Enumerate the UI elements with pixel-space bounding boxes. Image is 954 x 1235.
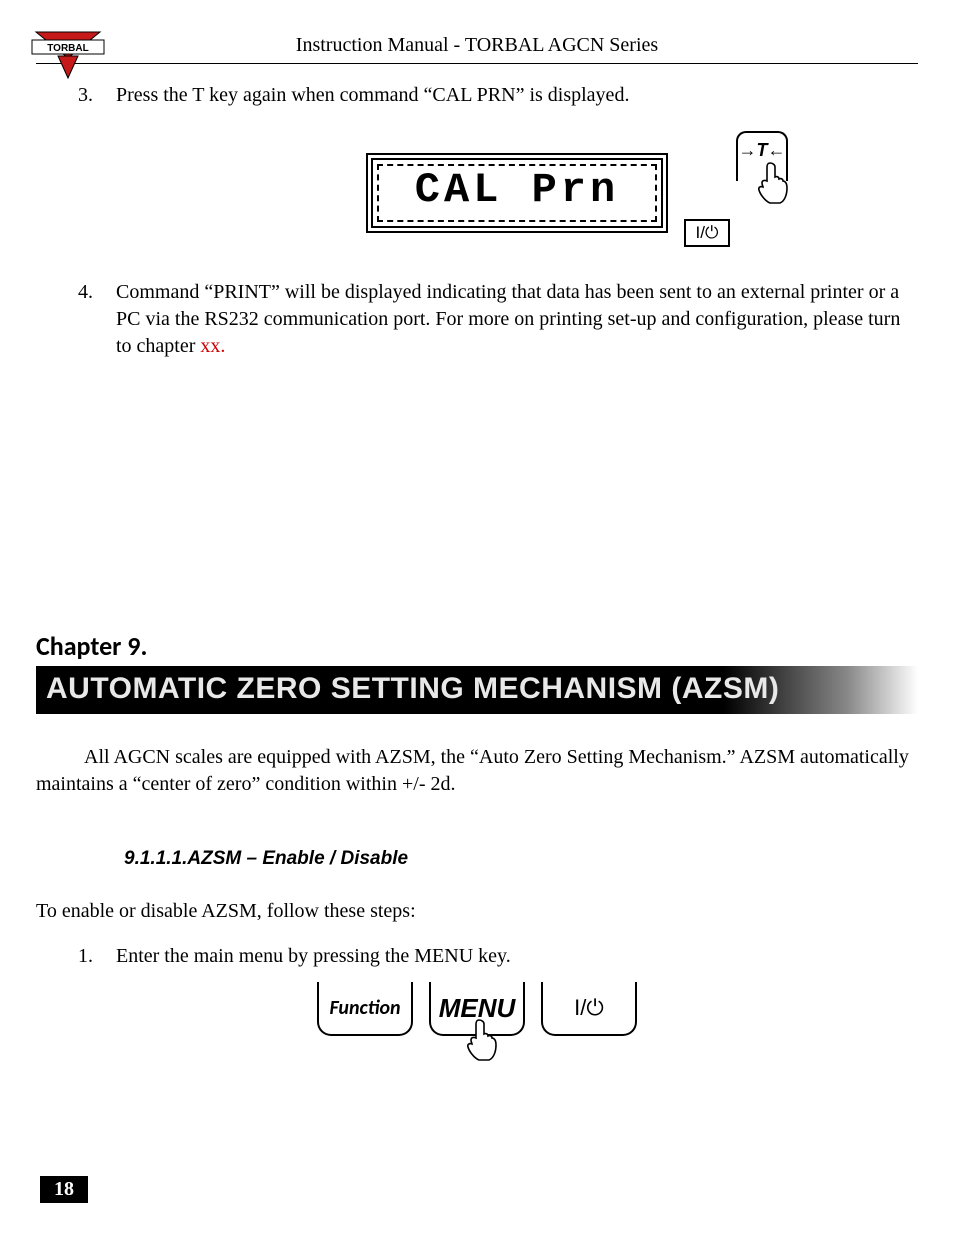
steps-list-a: Press the T key again when command “CAL … [98,82,918,360]
lcd-display-text: CAL Prn [373,162,661,219]
step-3: Press the T key again when command “CAL … [98,82,918,261]
lcd-figure: CAL Prn I/⏻ →T← [116,131,918,261]
function-key-icon: Function [317,982,413,1036]
step-b1: Enter the main menu by pressing the MENU… [98,943,918,970]
torbal-logo: TORBAL [28,28,108,83]
t-key-icon: →T← [736,131,788,181]
menu-key-figure: Function MENU I/⏻ [36,982,918,1122]
chapter-intro-paragraph: All AGCN scales are equipped with AZSM, … [36,744,918,798]
header-title: Instruction Manual - TORBAL AGCN Series [36,34,918,57]
chapter-ref-xx: xx. [200,335,225,357]
page-number: 18 [40,1176,88,1203]
subsection-heading: 9.1.1.1.AZSM – Enable / Disable [124,848,918,870]
io-button-label: I/⏻ [684,219,730,247]
chapter-label: Chapter 9. [36,630,918,662]
svg-text:TORBAL: TORBAL [47,43,88,54]
menu-key-icon: MENU [429,982,525,1036]
hand-pointer-icon [465,1018,499,1081]
lcd-screen: CAL Prn [366,153,668,241]
chapter-title-banner: AUTOMATIC ZERO SETTING MECHANISM (AZSM) [36,666,918,714]
hand-pointer-icon [756,161,790,218]
header-rule [36,63,918,64]
step-3-text: Press the T key again when command “CAL … [116,84,629,106]
power-key-icon: I/⏻ [541,982,637,1036]
steps-list-b: Enter the main menu by pressing the MENU… [98,943,918,970]
enable-intro: To enable or disable AZSM, follow these … [36,900,918,923]
step-4: Command “PRINT” will be displayed indica… [98,279,918,360]
step-b1-text: Enter the main menu by pressing the MENU… [116,945,511,967]
step-4-text: Command “PRINT” will be displayed indica… [116,281,900,357]
